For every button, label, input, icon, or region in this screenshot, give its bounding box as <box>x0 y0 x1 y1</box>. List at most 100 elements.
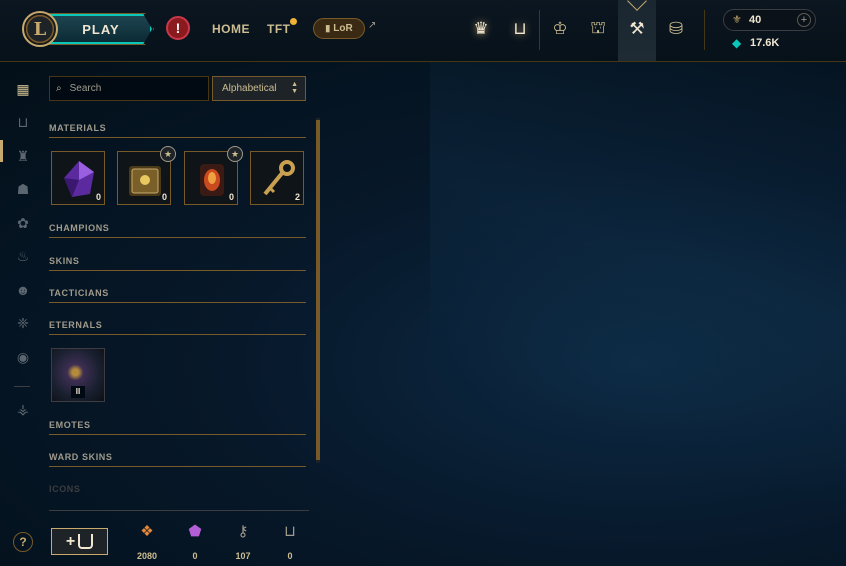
section-icons[interactable]: ICONS <box>49 484 306 499</box>
blue-essence-balance: 17.6K <box>750 37 780 49</box>
loot-chest-icon[interactable]: ⛫ <box>583 14 613 44</box>
plus-glyph: + <box>65 532 76 550</box>
rail-glyph: ❈ <box>17 314 29 331</box>
rail-champions-icon[interactable]: ♜ <box>12 145 34 167</box>
rail-glyph: ♜ <box>16 147 30 164</box>
rail-glyph: ⚶ <box>17 400 29 417</box>
loot-tools-glyph: ⚒ <box>629 19 645 38</box>
rail-glyph: ♨ <box>16 247 30 264</box>
orange-essence-icon: ❖ <box>140 523 154 540</box>
chest-outline-icon <box>78 534 94 549</box>
nav-home[interactable]: HOME <box>212 22 250 36</box>
chest-value: 0 <box>287 551 293 561</box>
section-label: SKINS <box>49 256 80 266</box>
hextech-key-icon <box>263 160 295 196</box>
rail-active-indicator <box>0 140 3 162</box>
rail-skins-icon[interactable]: ☗ <box>12 178 34 200</box>
star-icon: ★ <box>160 146 176 162</box>
logo-letter: L <box>33 18 47 40</box>
rail-glyph: ◉ <box>16 348 30 365</box>
key-tile[interactable]: 2 <box>250 151 304 205</box>
blue-essence-icon: ◆ <box>732 36 742 50</box>
help-glyph: ? <box>19 535 27 549</box>
rail-all-loot-icon[interactable]: ▦ <box>12 78 34 100</box>
section-label: TACTICIANS <box>49 288 109 298</box>
eternal-tile[interactable]: II <box>51 348 105 402</box>
item-count: 2 <box>294 192 300 202</box>
collection-icon[interactable]: ⊔ <box>505 14 535 44</box>
gemstone-tile[interactable]: 0 <box>51 151 105 205</box>
league-logo-icon[interactable]: L <box>22 11 58 47</box>
key-fragment-icon: ⚷ <box>237 523 249 540</box>
lor-button[interactable]: ▮ LoR <box>313 18 365 39</box>
section-label: ETERNALS <box>49 320 103 330</box>
rail-emotes-icon[interactable]: ☻ <box>12 279 34 301</box>
sort-value: Alphabetical <box>222 83 277 94</box>
orange-essence-counter: ❖ 2080 <box>127 523 167 561</box>
mythic-essence-counter: ⬟ 0 <box>175 523 215 561</box>
eternal-series-label: II <box>71 386 85 398</box>
alert-icon[interactable]: ! <box>166 16 190 40</box>
rail-divider <box>14 386 30 387</box>
rail-tacticians-icon[interactable]: ✿ <box>12 212 34 234</box>
rail-chests-icon[interactable]: ⊔ <box>12 111 34 133</box>
store-glyph: ⛁ <box>668 19 684 38</box>
rail-ward-skins-icon[interactable]: ❈ <box>12 312 34 334</box>
store-icon[interactable]: ⛁ <box>661 14 691 44</box>
section-label: CHAMPIONS <box>49 223 110 233</box>
lor-label: LoR <box>333 23 353 34</box>
rail-glyph: ☗ <box>16 180 30 197</box>
key-fragment-counter: ⚷ 107 <box>223 523 263 561</box>
scrollbar-thumb[interactable] <box>316 120 320 460</box>
play-button[interactable]: PLAY <box>44 14 152 44</box>
nav-tft[interactable]: TFT <box>267 22 291 36</box>
section-label: ICONS <box>49 484 81 494</box>
tft-notification-dot <box>290 18 297 25</box>
orb-tile[interactable]: ★ 0 <box>184 146 243 205</box>
sort-arrows-icon: ▲ ▼ <box>291 81 298 95</box>
search-input[interactable] <box>69 83 200 94</box>
rail-glyph: ▦ <box>16 80 30 97</box>
search-icon: ⌕ <box>56 83 62 94</box>
section-skins[interactable]: SKINS <box>49 256 306 271</box>
add-rp-button[interactable]: + <box>797 13 811 27</box>
rp-balance: 40 <box>749 14 762 26</box>
top-nav-bar: PLAY L ! HOME TFT ▮ LoR ↗ ♛ ⊔ ♔ ⛫ ⚒ ⛁ ⚜ … <box>0 0 846 62</box>
ranked-glyph: ♛ <box>473 19 489 38</box>
chest-icon: ⊔ <box>284 523 296 540</box>
section-emotes[interactable]: EMOTES <box>49 420 306 435</box>
item-count: 0 <box>95 192 101 202</box>
orb-icon <box>200 164 224 196</box>
loot-tools-icon[interactable]: ⚒ <box>622 14 652 44</box>
gemstone-icon <box>64 161 94 197</box>
top-divider <box>539 10 540 50</box>
search-box[interactable]: ⌕ <box>49 76 209 101</box>
help-button[interactable]: ? <box>13 532 33 552</box>
craft-key-button[interactable]: + <box>51 528 108 555</box>
top-divider <box>704 10 705 50</box>
masterwork-chest-tile[interactable]: ★ 0 <box>117 146 176 205</box>
rp-icon: ⚜ <box>732 14 742 26</box>
rail-icons-icon[interactable]: ◉ <box>12 346 34 368</box>
sort-dropdown[interactable]: Alphabetical ▲ ▼ <box>212 76 306 101</box>
alert-glyph: ! <box>175 20 181 36</box>
section-champions[interactable]: CHAMPIONS <box>49 223 306 238</box>
ranked-icon[interactable]: ♛ <box>466 14 496 44</box>
star-icon: ★ <box>227 146 243 162</box>
play-label: PLAY <box>82 21 120 37</box>
rail-disenchant-icon[interactable]: ⚶ <box>12 398 34 420</box>
rail-glyph: ☻ <box>15 282 31 298</box>
rail-glyph: ✿ <box>17 214 29 231</box>
collection-glyph: ⊔ <box>513 19 527 38</box>
missions-glyph: ♔ <box>552 19 568 38</box>
item-count: 0 <box>228 192 234 202</box>
section-tacticians[interactable]: TACTICIANS <box>49 288 306 303</box>
missions-icon[interactable]: ♔ <box>545 14 575 44</box>
chest-counter: ⊔ 0 <box>270 523 310 561</box>
rail-glyph: ⊔ <box>17 113 29 130</box>
rail-eternals-icon[interactable]: ♨ <box>12 245 34 267</box>
background-art <box>430 62 846 566</box>
lor-logo-icon: ▮ <box>325 23 331 33</box>
section-ward-skins[interactable]: WARD SKINS <box>49 452 306 467</box>
section-eternals[interactable]: ETERNALS <box>49 320 306 335</box>
